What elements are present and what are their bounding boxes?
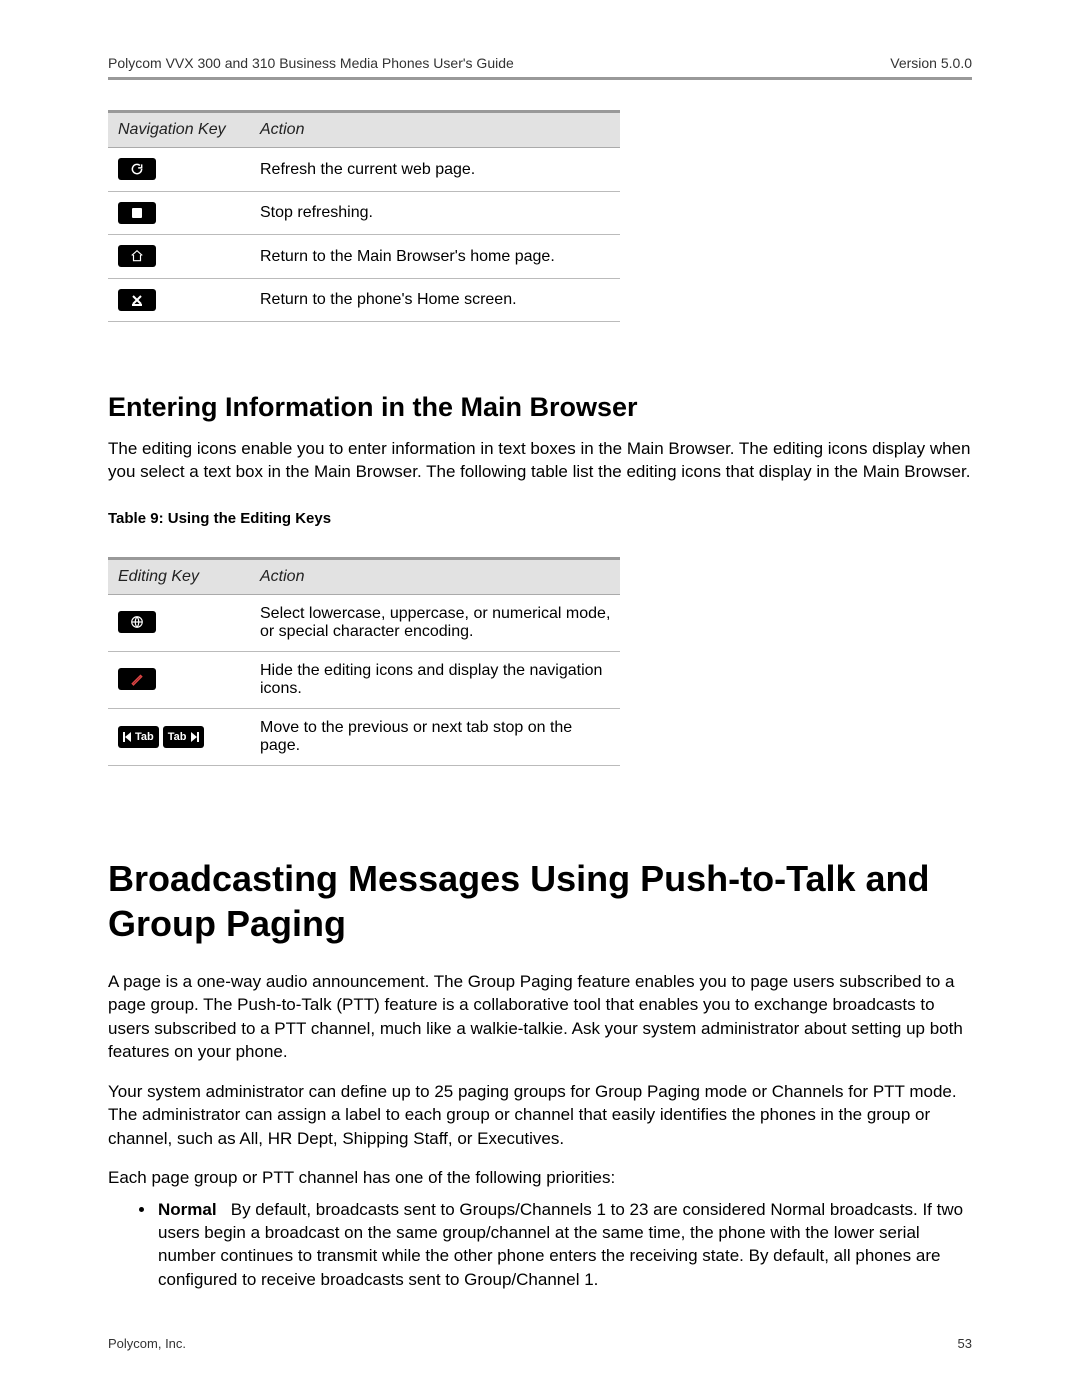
col-header-key: Navigation Key	[108, 112, 256, 148]
navigation-key-table: Navigation Key Action Refresh the curren…	[108, 110, 620, 322]
table-caption: Table 9: Using the Editing Keys	[108, 510, 972, 527]
table-row: Select lowercase, uppercase, or numerica…	[108, 594, 620, 651]
chapter-heading: Broadcasting Messages Using Push-to-Talk…	[108, 856, 972, 946]
action-text: Select lowercase, uppercase, or numerica…	[256, 594, 620, 651]
action-text: Refresh the current web page.	[256, 148, 620, 192]
col-header-action: Action	[256, 112, 620, 148]
action-text: Move to the previous or next tab stop on…	[256, 708, 620, 765]
table-row: Stop refreshing.	[108, 192, 620, 235]
footer-company: Polycom, Inc.	[108, 1336, 186, 1351]
action-text: Stop refreshing.	[256, 192, 620, 235]
chapter-paragraph: A page is a one-way audio announcement. …	[108, 970, 972, 1064]
action-text: Return to the Main Browser's home page.	[256, 235, 620, 279]
priority-list: Normal By default, broadcasts sent to Gr…	[108, 1198, 972, 1292]
table-row: Return to the Main Browser's home page.	[108, 235, 620, 279]
doc-version: Version 5.0.0	[890, 55, 972, 71]
chapter-paragraph: Each page group or PTT channel has one o…	[108, 1166, 972, 1189]
table-row: Tab Tab Move to the previous or next tab…	[108, 708, 620, 765]
table-header-row: Navigation Key Action	[108, 112, 620, 148]
editing-key-table: Editing Key Action Select lowercase, upp…	[108, 557, 620, 766]
table-row: Refresh the current web page.	[108, 148, 620, 192]
abc-mode-icon	[118, 611, 156, 633]
exit-icon	[118, 289, 156, 311]
priority-name: Normal	[158, 1200, 217, 1219]
action-text: Hide the editing icons and display the n…	[256, 651, 620, 708]
tab-next-key: Tab	[163, 726, 204, 748]
table-row: Return to the phone's Home screen.	[108, 279, 620, 322]
col-header-key: Editing Key	[108, 558, 256, 594]
list-item: Normal By default, broadcasts sent to Gr…	[156, 1198, 972, 1292]
chapter-paragraph: Your system administrator can define up …	[108, 1080, 972, 1150]
tab-prev-key: Tab	[118, 726, 159, 748]
section-heading: Entering Information in the Main Browser	[108, 392, 972, 423]
table-header-row: Editing Key Action	[108, 558, 620, 594]
action-text: Return to the phone's Home screen.	[256, 279, 620, 322]
footer-page-number: 53	[958, 1336, 972, 1351]
priority-desc: By default, broadcasts sent to Groups/Ch…	[158, 1200, 963, 1289]
header-rule	[108, 77, 972, 80]
tab-label: Tab	[168, 731, 187, 743]
section-paragraph: The editing icons enable you to enter in…	[108, 437, 972, 484]
col-header-action: Action	[256, 558, 620, 594]
refresh-icon	[118, 158, 156, 180]
edit-toggle-icon	[118, 668, 156, 690]
home-icon	[118, 245, 156, 267]
tab-keys: Tab Tab	[118, 726, 204, 748]
doc-title: Polycom VVX 300 and 310 Business Media P…	[108, 55, 514, 71]
page-footer: Polycom, Inc. 53	[108, 1336, 972, 1351]
table-row: Hide the editing icons and display the n…	[108, 651, 620, 708]
stop-icon	[118, 202, 156, 224]
page-header: Polycom VVX 300 and 310 Business Media P…	[108, 55, 972, 71]
tab-label: Tab	[135, 731, 154, 743]
